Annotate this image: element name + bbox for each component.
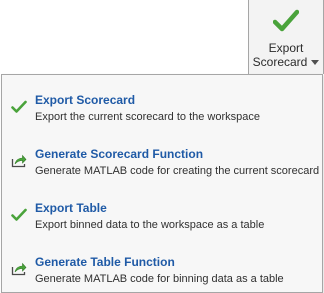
generate-code-icon — [11, 154, 27, 168]
menu-item-export-table[interactable]: Export Table Export binned data to the w… — [2, 187, 322, 237]
export-scorecard-button[interactable]: Export Scorecard — [248, 0, 324, 74]
menu-item-description: Export the current scorecard to the work… — [35, 111, 260, 123]
export-button-label-line2: Scorecard — [252, 55, 308, 69]
menu-item-generate-table-function[interactable]: Generate Table Function Generate MATLAB … — [2, 241, 322, 291]
export-dropdown-menu: Export Scorecard Export the current scor… — [1, 74, 323, 293]
menu-item-generate-scorecard-function[interactable]: Generate Scorecard Function Generate MAT… — [2, 133, 322, 183]
chevron-down-icon — [311, 60, 320, 65]
menu-item-export-scorecard[interactable]: Export Scorecard Export the current scor… — [2, 79, 322, 129]
menu-item-title: Generate Scorecard Function — [35, 147, 204, 161]
menu-item-description: Generate MATLAB code for creating the cu… — [35, 165, 320, 177]
check-icon — [11, 208, 27, 221]
export-button-label-row2: Scorecard — [253, 55, 320, 69]
export-button-label: Export Scorecard — [253, 41, 320, 69]
generate-code-icon — [11, 262, 27, 276]
menu-item-description: Generate MATLAB code for binning data as… — [35, 273, 284, 285]
export-button-label-line1: Export — [268, 41, 304, 55]
menu-item-title: Export Table — [35, 201, 107, 215]
app-window: Export Scorecard Export Scorecard Export… — [0, 0, 324, 293]
menu-item-title: Generate Table Function — [35, 255, 175, 269]
menu-item-title: Export Scorecard — [35, 93, 136, 107]
menu-item-description: Export binned data to the workspace as a… — [35, 219, 265, 231]
check-icon — [11, 100, 27, 113]
check-icon — [273, 9, 299, 32]
